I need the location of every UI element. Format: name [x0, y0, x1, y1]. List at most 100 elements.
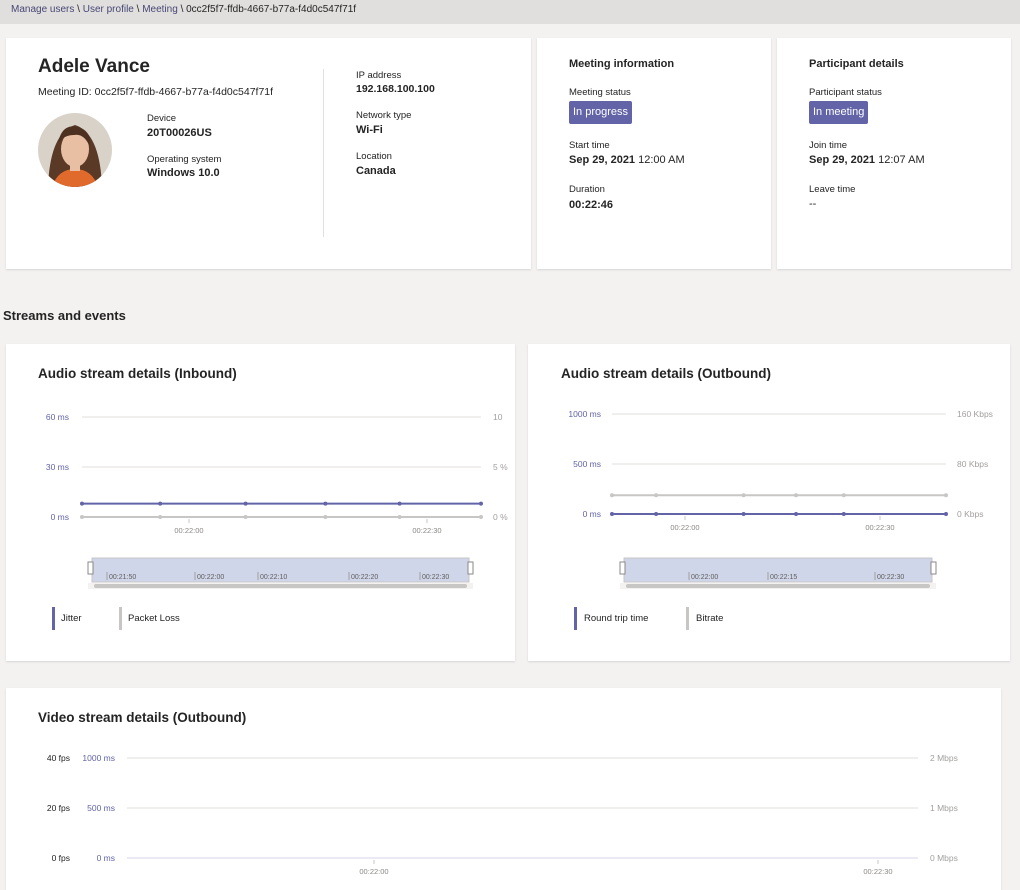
y-tick-right: 0 % [493, 512, 508, 522]
data-point [397, 515, 402, 519]
network-label: Network type [356, 110, 412, 121]
breadcrumb-bar: Manage users \ User profile \ Meeting \ … [0, 0, 1020, 24]
navigator-scrollbar-thumb [94, 584, 467, 588]
x-tick: 00:22:00 [359, 867, 388, 876]
start-time-value: Sep 29, 2021 12:00 AM [569, 154, 685, 166]
breadcrumb-user-profile[interactable]: User profile [83, 4, 134, 15]
breadcrumb-separator: \ [136, 4, 140, 15]
data-point [610, 493, 614, 498]
participant-status-label: Participant status [809, 87, 882, 98]
legend-packet-loss[interactable]: Packet Loss [128, 613, 180, 624]
os-value: Windows 10.0 [147, 167, 220, 179]
y-tick-left: 40 fps [47, 753, 70, 763]
legend-bitrate[interactable]: Bitrate [696, 613, 723, 624]
location-value: Canada [356, 165, 396, 177]
meeting-status-label: Meeting status [569, 87, 631, 98]
x-tick: 00:22:00 [174, 526, 203, 535]
audio-inbound-chart: 60 ms 10 30 ms 5 % 0 ms 0 % 00:22:00 00:22:30 00… [46, 412, 508, 589]
data-point [610, 512, 614, 516]
x-tick: 00:22:30 [863, 867, 892, 876]
y-tick-right: 1 Mbps [930, 803, 958, 813]
y-tick-right: 0 Mbps [930, 853, 958, 863]
data-point [794, 512, 799, 516]
duration-value: 00:22:46 [569, 199, 614, 211]
ip-value: 192.168.100.100 [356, 83, 435, 95]
device-value: 20T00026US [147, 127, 212, 139]
location-label: Location [356, 151, 392, 162]
y-tick-right: 0 Kbps [957, 509, 983, 519]
data-point [841, 493, 846, 498]
y-tick-left: 500 ms [573, 459, 601, 469]
data-point [80, 515, 84, 519]
data-point [323, 515, 328, 519]
join-date: Sep 29, 2021 [809, 154, 876, 166]
y-tick-left: 0 ms [583, 509, 601, 519]
legend-bitrate-swatch [686, 607, 689, 630]
x-tick: 00:22:30 [412, 526, 441, 535]
breadcrumb-current: 0cc2f5f7-ffdb-4667-b77a-f4d0c547f71f [186, 4, 357, 15]
data-point [741, 493, 746, 498]
navigator-tick: 00:22:00 [691, 574, 718, 581]
participant-title: Participant details [809, 58, 904, 70]
navigator-tick: 00:22:10 [260, 574, 287, 581]
y-tick-left: 60 ms [46, 412, 69, 422]
navigator-tick: 00:22:30 [877, 574, 904, 581]
y-tick-right: 160 Kbps [957, 409, 993, 419]
y-tick-right: 80 Kbps [957, 459, 988, 469]
breadcrumb-manage-users[interactable]: Manage users [11, 4, 74, 15]
start-time-label: Start time [569, 140, 610, 151]
breadcrumb-separator: \ [77, 4, 80, 15]
navigator-handle-left [87, 561, 94, 575]
legend-rtt-swatch [574, 607, 577, 630]
y-tick-mid: 0 ms [97, 853, 115, 863]
data-point [479, 515, 483, 519]
data-point [741, 512, 746, 516]
data-point [944, 512, 948, 516]
avatar [38, 113, 112, 187]
legend-round-trip-time[interactable]: Round trip time [584, 613, 648, 624]
meeting-info-title: Meeting information [569, 58, 675, 70]
navigator-tick: 00:21:50 [109, 574, 136, 581]
data-point [243, 515, 248, 519]
navigator-tick: 00:22:00 [197, 574, 224, 581]
data-point [323, 501, 328, 506]
data-point [158, 501, 163, 506]
navigator-handle-right [467, 561, 474, 575]
y-tick-left: 0 fps [52, 853, 70, 863]
y-tick-left: 30 ms [46, 462, 69, 472]
join-time-value: Sep 29, 2021 12:07 AM [809, 154, 925, 166]
x-tick: 00:22:00 [670, 523, 699, 532]
breadcrumb: Manage users \ User profile \ Meeting \ … [11, 4, 356, 15]
x-tick: 00:22:30 [865, 523, 894, 532]
network-value: Wi-Fi [356, 124, 383, 136]
data-point [654, 512, 659, 516]
data-point [654, 493, 659, 498]
join-clock: 12:07 AM [878, 154, 925, 166]
y-tick-right: 10 [493, 412, 503, 422]
leave-time-value: -- [809, 198, 817, 210]
duration-label: Duration [569, 184, 605, 195]
data-point [80, 501, 84, 506]
ip-label: IP address [356, 70, 402, 81]
y-tick-left: 0 ms [51, 512, 69, 522]
data-point [243, 501, 248, 506]
y-tick-mid: 500 ms [87, 803, 115, 813]
video-outbound-chart: 40 fps 1000 ms 2 Mbps 20 fps 500 ms 1 Mbps 0 f… [47, 753, 958, 876]
navigator-tick: 00:22:20 [351, 574, 378, 581]
navigator-tick: 00:22:15 [770, 574, 797, 581]
data-point [479, 501, 483, 506]
navigator-tick: 00:22:30 [422, 574, 449, 581]
breadcrumb-separator: \ [180, 4, 184, 15]
navigator-scrollbar-thumb [626, 584, 930, 588]
os-label: Operating system [147, 154, 222, 165]
y-tick-left: 1000 ms [568, 409, 601, 419]
streams-section-title: Streams and events [3, 308, 126, 323]
y-tick-right: 2 Mbps [930, 753, 958, 763]
y-tick-left: 20 fps [47, 803, 70, 813]
legend-jitter[interactable]: Jitter [61, 613, 82, 624]
breadcrumb-meeting[interactable]: Meeting [142, 4, 178, 15]
user-card-divider [323, 69, 324, 237]
navigator-handle-right [930, 561, 937, 575]
device-label: Device [147, 113, 177, 124]
navigator-handle-left [619, 561, 626, 575]
